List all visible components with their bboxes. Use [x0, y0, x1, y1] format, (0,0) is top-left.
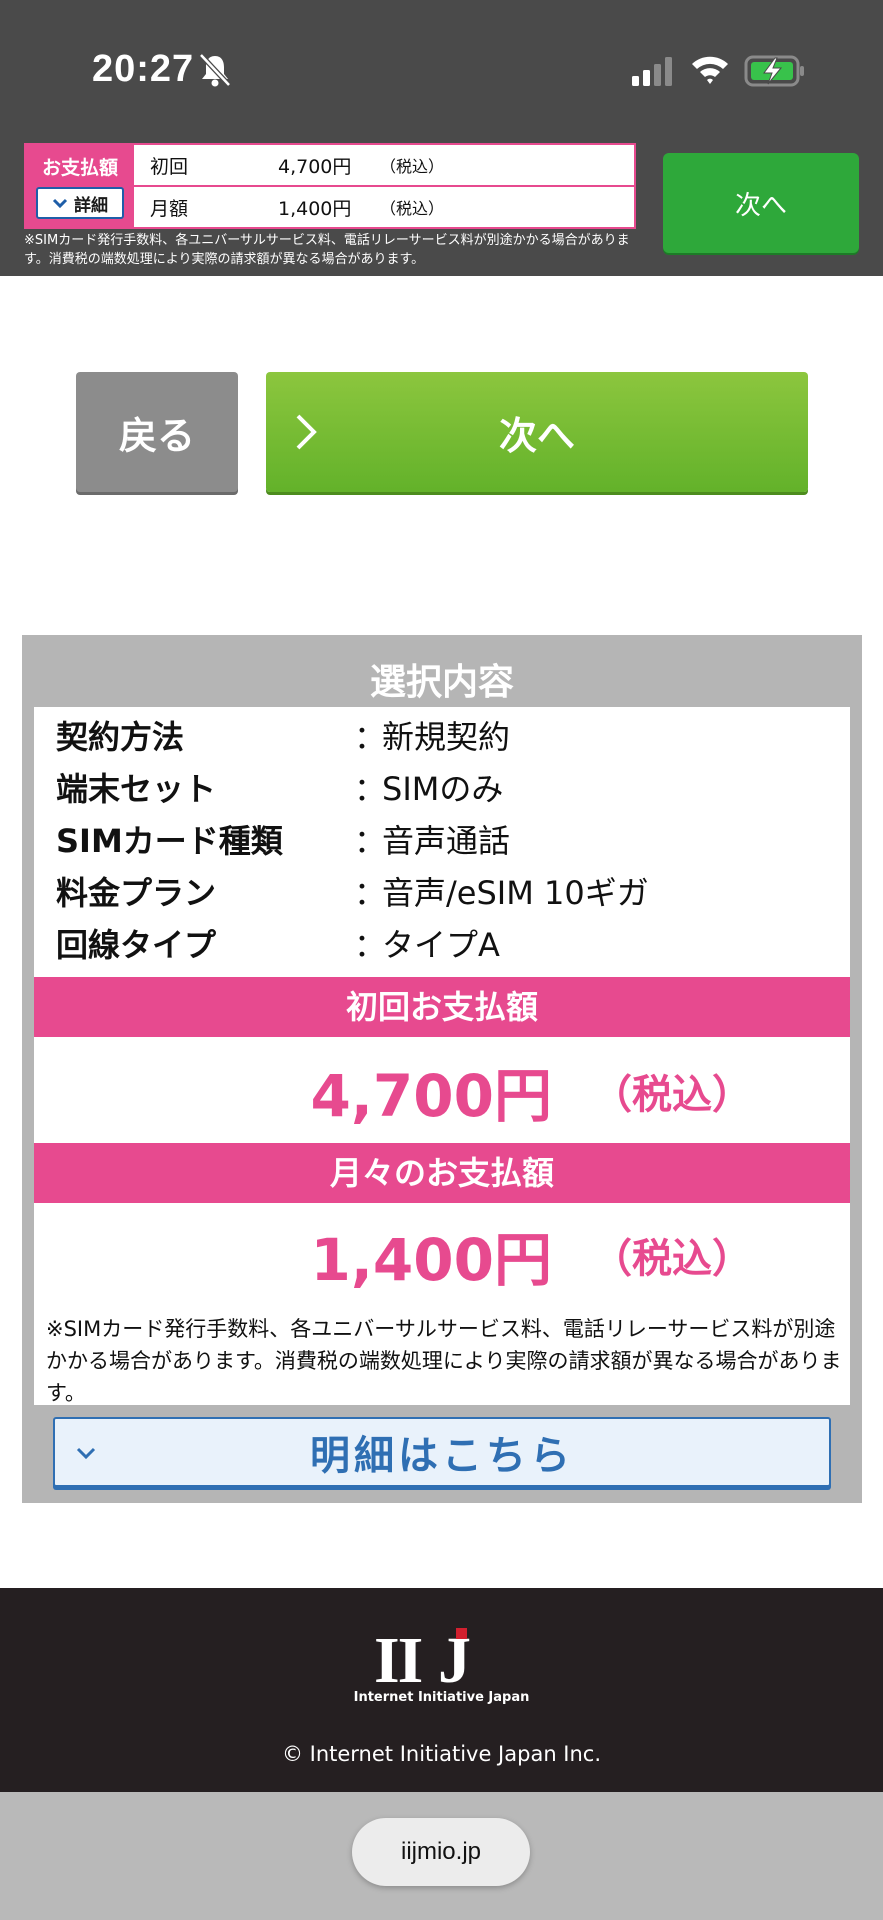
monthly-payment-heading: 月々のお支払額 [34, 1143, 850, 1203]
summary-row-label: 回線タイプ [56, 926, 217, 964]
svg-text:II: II [374, 1624, 422, 1697]
url-bar[interactable]: iijmio.jp [352, 1818, 530, 1886]
chevron-right-icon [296, 414, 317, 450]
summary-row-label: SIMカード種類 [56, 822, 283, 860]
status-time: 20:27 [92, 48, 195, 90]
sticky-next-button[interactable]: 次へ [663, 153, 859, 253]
payment-row-monthly: 月額 1,400円 （税込） [134, 187, 634, 227]
summary-title: 選択内容 [369, 662, 514, 703]
initial-payment-amount: 4,700円 （税込） [34, 1039, 850, 1143]
bell-muted-icon [199, 53, 231, 87]
payment-row-tax: （税込） [380, 199, 445, 218]
payment-row-tax: （税込） [380, 157, 445, 176]
summary-row: 料金プラン ： 音声/eSIM 10ギガ [34, 865, 850, 917]
next-button[interactable]: 次へ [266, 372, 808, 492]
summary-row-separator: ： [354, 874, 387, 912]
browser-bottom-bar: iijmio.jp [0, 1792, 883, 1920]
summary-row: SIMカード種類 ： 音声通話 [34, 813, 850, 865]
details-link-button[interactable]: 明細はこちら [53, 1417, 831, 1487]
summary-row-value: 音声通話 [382, 822, 511, 860]
initial-amount-value: 4,700円 [310, 1062, 552, 1130]
summary-row: 契約方法 ： 新規契約 [34, 709, 850, 761]
summary-row-separator: ： [354, 822, 387, 860]
summary-row-label: 端末セット [56, 770, 217, 808]
summary-fee-note: ※SIMカード発行手数料、各ユニバーサルサービス料、電話リレーサービス料が別途か… [46, 1317, 842, 1405]
wifi-icon [692, 56, 728, 84]
initial-amount-tax: （税込） [592, 1072, 752, 1118]
copyright: © Internet Initiative Japan Inc. [281, 1742, 602, 1766]
monthly-amount-value: 1,400円 [310, 1226, 552, 1294]
summary-row-separator: ： [354, 926, 387, 964]
monthly-amount-tax: （税込） [592, 1236, 752, 1282]
payment-label: お支払額 [41, 157, 118, 179]
payment-row-value: 4,700円 [278, 155, 352, 178]
cellular-signal-icon [632, 57, 672, 86]
next-button-label: 次へ [498, 413, 575, 458]
chevron-down-icon [76, 1447, 96, 1460]
summary-row: 回線タイプ ： タイプA [34, 917, 850, 969]
payment-row-initial: 初回 4,700円 （税込） [134, 145, 634, 187]
summary-row-label: 契約方法 [56, 718, 185, 756]
fee-note: ※SIMカード発行手数料、各ユニバーサルサービス料、電話リレーサービス料が別途か… [24, 233, 630, 267]
summary-content: 契約方法 ： 新規契約 端末セット ： SIMのみ SIMカード種類 ： 音声通… [34, 707, 850, 1405]
payment-label-column: お支払額 詳細 [26, 145, 134, 227]
monthly-payment-amount: 1,400円 （税込） [34, 1203, 850, 1307]
details-link-label: 明細はこちら [310, 1433, 574, 1479]
sticky-header: 20:27 お支払額 詳細 初回 4,700円 （税込） 月額 1,400円 （… [0, 0, 883, 276]
initial-payment-heading: 初回お支払額 [34, 977, 850, 1037]
summary-row-value: タイプA [382, 926, 500, 964]
detail-toggle-label: 詳細 [74, 195, 108, 216]
payment-row-value: 1,400円 [278, 197, 352, 220]
back-button[interactable]: 戻る [76, 372, 238, 492]
summary-row-value: 新規契約 [382, 718, 511, 756]
summary-row-value: 音声/eSIM 10ギガ [382, 874, 649, 912]
summary-row-separator: ： [354, 718, 387, 756]
summary-row-value: SIMのみ [382, 770, 504, 808]
summary-row-separator: ： [354, 770, 387, 808]
chevron-down-icon [52, 198, 68, 209]
payment-summary-box: お支払額 詳細 初回 4,700円 （税込） 月額 1,400円 （税込） [24, 143, 636, 229]
battery-charging-icon [744, 55, 804, 87]
summary-row-label: 料金プラン [56, 874, 217, 912]
footer: II J Internet Initiative Japan © Interne… [0, 1588, 883, 1792]
payment-row-key: 月額 [150, 197, 189, 220]
detail-toggle-button[interactable]: 詳細 [36, 187, 124, 219]
summary-row: 端末セット ： SIMのみ [34, 761, 850, 813]
logo-subtitle: Internet Initiative Japan [353, 1690, 530, 1705]
selection-summary: 選択内容 契約方法 ： 新規契約 端末セット ： SIMのみ SIMカード種類 … [22, 635, 862, 1503]
payment-row-key: 初回 [150, 155, 189, 178]
